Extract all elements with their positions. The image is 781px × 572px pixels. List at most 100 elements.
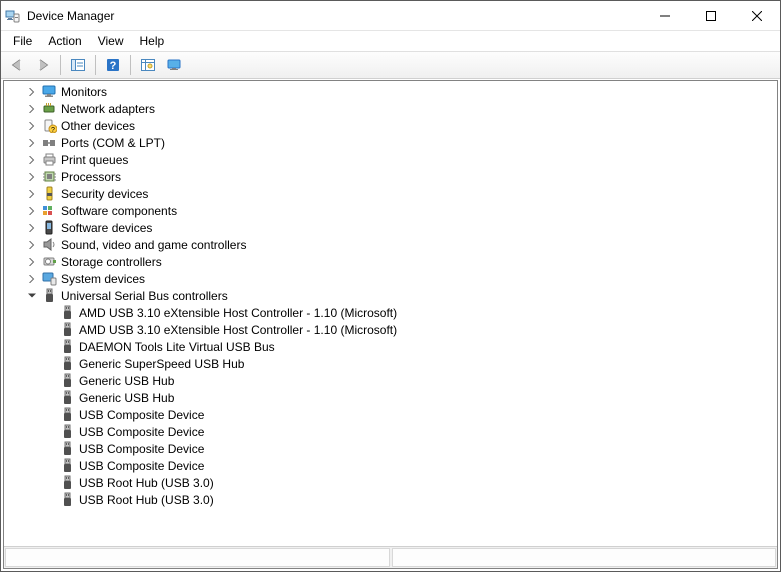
tree-device[interactable]: USB Root Hub (USB 3.0) xyxy=(4,491,777,508)
tree-device[interactable]: AMD USB 3.10 eXtensible Host Controller … xyxy=(4,321,777,338)
tree-node-label: USB Composite Device xyxy=(76,425,204,439)
menu-help[interactable]: Help xyxy=(132,32,173,50)
tree-category[interactable]: Print queues xyxy=(4,151,777,168)
expander-icon[interactable] xyxy=(24,122,40,130)
tree-node-label: Network adapters xyxy=(58,102,155,116)
device-tree[interactable]: Monitors Network adapters Other devices … xyxy=(4,81,777,546)
usb-icon xyxy=(58,390,76,405)
tree-device[interactable]: AMD USB 3.10 eXtensible Host Controller … xyxy=(4,304,777,321)
tree-category[interactable]: Other devices xyxy=(4,117,777,134)
tree-category-expanded[interactable]: Universal Serial Bus controllers xyxy=(4,287,777,304)
help-button[interactable]: ? xyxy=(101,54,125,76)
expander-icon[interactable] xyxy=(24,241,40,249)
usb-icon xyxy=(58,339,76,354)
expander-icon[interactable] xyxy=(24,207,40,215)
usb-icon xyxy=(40,288,58,303)
titlebar: Device Manager xyxy=(1,1,780,31)
usb-icon xyxy=(58,424,76,439)
expander-icon[interactable] xyxy=(24,224,40,232)
tree-category[interactable]: Network adapters xyxy=(4,100,777,117)
tree-node-label: Sound, video and game controllers xyxy=(58,238,246,252)
tree-node-label: AMD USB 3.10 eXtensible Host Controller … xyxy=(76,323,397,337)
tree-node-label: Universal Serial Bus controllers xyxy=(58,289,228,303)
swcomp-icon xyxy=(40,203,58,218)
svg-text:?: ? xyxy=(110,60,117,72)
tree-category[interactable]: Software devices xyxy=(4,219,777,236)
toolbar-separator xyxy=(95,55,96,75)
system-icon xyxy=(40,271,58,286)
tree-node-label: Generic USB Hub xyxy=(76,374,174,388)
tree-category[interactable]: Processors xyxy=(4,168,777,185)
tree-node-label: Generic SuperSpeed USB Hub xyxy=(76,357,244,371)
tree-device[interactable]: USB Root Hub (USB 3.0) xyxy=(4,474,777,491)
swdev-icon xyxy=(40,220,58,235)
tree-node-label: USB Root Hub (USB 3.0) xyxy=(76,493,214,507)
show-hide-tree-button[interactable] xyxy=(66,54,90,76)
usb-icon xyxy=(58,458,76,473)
tree-category[interactable]: System devices xyxy=(4,270,777,287)
usb-icon xyxy=(58,492,76,507)
expander-icon[interactable] xyxy=(24,190,40,198)
minimize-button[interactable] xyxy=(642,1,688,31)
status-cell xyxy=(5,548,390,567)
tree-node-label: Generic USB Hub xyxy=(76,391,174,405)
menu-action[interactable]: Action xyxy=(40,32,89,50)
tree-category[interactable]: Monitors xyxy=(4,83,777,100)
status-cell xyxy=(392,548,777,567)
tree-node-label: Monitors xyxy=(58,85,107,99)
tree-device[interactable]: USB Composite Device xyxy=(4,406,777,423)
toolbar: ? xyxy=(1,51,780,79)
menu-file[interactable]: File xyxy=(5,32,40,50)
tree-device[interactable]: Generic USB Hub xyxy=(4,372,777,389)
scan-hardware-button[interactable] xyxy=(136,54,160,76)
tree-node-label: USB Composite Device xyxy=(76,459,204,473)
tree-category[interactable]: Sound, video and game controllers xyxy=(4,236,777,253)
tree-device[interactable]: USB Composite Device xyxy=(4,423,777,440)
usb-icon xyxy=(58,373,76,388)
menu-view[interactable]: View xyxy=(90,32,132,50)
cpu-icon xyxy=(40,169,58,184)
maximize-button[interactable] xyxy=(688,1,734,31)
expander-icon[interactable] xyxy=(24,105,40,113)
tree-category[interactable]: Security devices xyxy=(4,185,777,202)
tree-category[interactable]: Ports (COM & LPT) xyxy=(4,134,777,151)
expander-icon[interactable] xyxy=(24,173,40,181)
expander-icon[interactable] xyxy=(24,156,40,164)
window-controls xyxy=(642,1,780,31)
monitor-icon xyxy=(40,84,58,99)
tree-node-label: Software components xyxy=(58,204,177,218)
tree-node-label: USB Composite Device xyxy=(76,408,204,422)
tree-device[interactable]: DAEMON Tools Lite Virtual USB Bus xyxy=(4,338,777,355)
tree-node-label: Ports (COM & LPT) xyxy=(58,136,165,150)
tree-node-label: USB Root Hub (USB 3.0) xyxy=(76,476,214,490)
tree-device[interactable]: USB Composite Device xyxy=(4,457,777,474)
tree-device[interactable]: Generic SuperSpeed USB Hub xyxy=(4,355,777,372)
tree-node-label: Processors xyxy=(58,170,121,184)
back-button[interactable] xyxy=(5,54,29,76)
usb-icon xyxy=(58,407,76,422)
tree-node-label: Other devices xyxy=(58,119,135,133)
tree-node-label: DAEMON Tools Lite Virtual USB Bus xyxy=(76,340,275,354)
forward-button[interactable] xyxy=(31,54,55,76)
expander-icon[interactable] xyxy=(24,88,40,96)
tree-node-label: Print queues xyxy=(58,153,128,167)
expander-icon[interactable] xyxy=(24,258,40,266)
expander-icon[interactable] xyxy=(24,275,40,283)
expander-icon[interactable] xyxy=(24,292,40,300)
usb-icon xyxy=(58,475,76,490)
tree-node-label: Security devices xyxy=(58,187,148,201)
content-area: Monitors Network adapters Other devices … xyxy=(3,80,778,569)
tree-device[interactable]: Generic USB Hub xyxy=(4,389,777,406)
tree-category[interactable]: Software components xyxy=(4,202,777,219)
monitor-button[interactable] xyxy=(162,54,186,76)
expander-icon[interactable] xyxy=(24,139,40,147)
tree-device[interactable]: USB Composite Device xyxy=(4,440,777,457)
printer-icon xyxy=(40,152,58,167)
close-button[interactable] xyxy=(734,1,780,31)
tree-node-label: AMD USB 3.10 eXtensible Host Controller … xyxy=(76,306,397,320)
toolbar-separator xyxy=(60,55,61,75)
statusbar xyxy=(4,546,777,568)
menubar: File Action View Help xyxy=(1,31,780,51)
network-icon xyxy=(40,101,58,116)
tree-category[interactable]: Storage controllers xyxy=(4,253,777,270)
